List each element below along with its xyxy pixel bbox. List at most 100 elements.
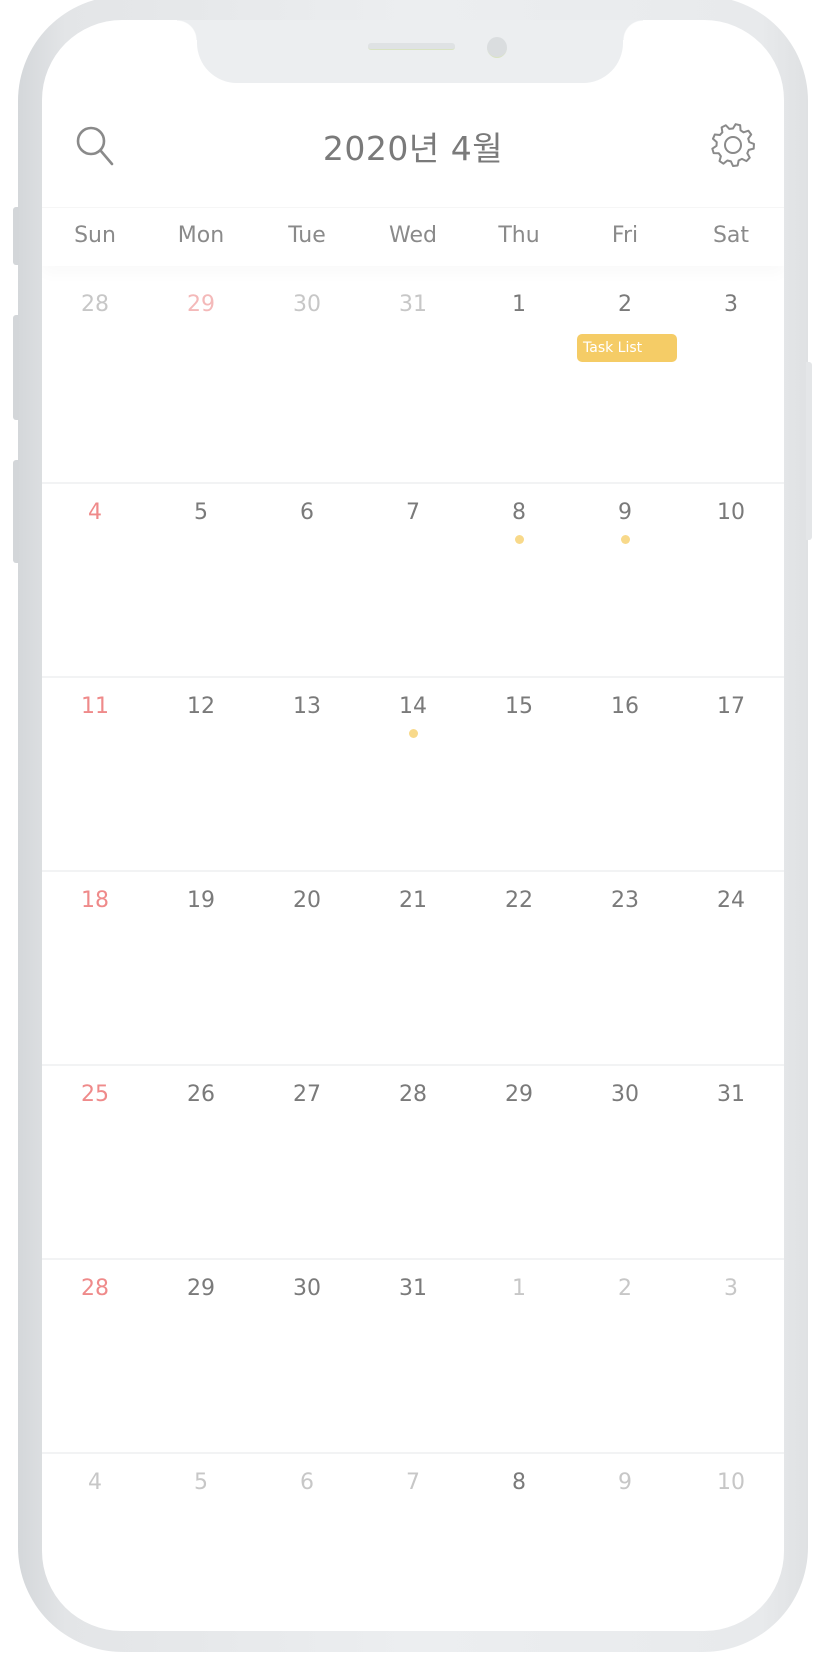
day-number: 4 xyxy=(88,500,102,525)
calendar-week-row: 25 26 27 28 29 30 31 xyxy=(42,1064,784,1260)
day-number: 3 xyxy=(724,292,738,317)
day-number: 30 xyxy=(293,1276,321,1301)
day-number: 30 xyxy=(293,292,321,317)
calendar-day-cell[interactable]: 28 xyxy=(360,1066,466,1260)
calendar-day-cell[interactable]: 13 xyxy=(254,678,360,872)
day-number: 8 xyxy=(512,500,526,525)
calendar-week-row: 18 19 20 21 22 23 24 xyxy=(42,870,784,1066)
calendar-day-cell[interactable]: 21 xyxy=(360,872,466,1066)
calendar-day-cell[interactable]: 23 xyxy=(572,872,678,1066)
day-number: 27 xyxy=(293,1082,321,1107)
calendar-day-cell[interactable]: 3 xyxy=(678,270,784,464)
calendar-day-cell[interactable]: 1 xyxy=(466,1260,572,1454)
calendar-day-cell[interactable]: 28 xyxy=(42,270,148,464)
event-dot xyxy=(515,535,524,544)
weekday-label: Mon xyxy=(177,223,225,248)
day-number: 29 xyxy=(187,292,215,317)
notch xyxy=(177,20,643,83)
calendar-day-cell[interactable]: 14 xyxy=(360,678,466,872)
day-number: 31 xyxy=(717,1082,745,1107)
volume-up-button xyxy=(13,315,19,420)
day-number: 9 xyxy=(618,500,632,525)
calendar-day-cell[interactable]: 15 xyxy=(466,678,572,872)
calendar-day-cell[interactable]: 1 xyxy=(466,270,572,464)
calendar-day-cell[interactable]: 8 xyxy=(466,484,572,678)
day-number: 28 xyxy=(399,1082,427,1107)
day-number: 23 xyxy=(611,888,639,913)
calendar-day-cell[interactable]: 30 xyxy=(254,270,360,464)
weekday-label: Thu xyxy=(498,223,540,248)
calendar-day-cell[interactable]: 2 Task List xyxy=(572,270,678,464)
event-dot xyxy=(621,535,630,544)
calendar-week-row: 28 29 30 31 1 2 Task List 3 xyxy=(42,270,784,464)
calendar-day-cell[interactable]: 3 xyxy=(678,1260,784,1454)
calendar-day-cell[interactable]: 4 xyxy=(42,1454,148,1631)
day-number: 10 xyxy=(717,500,745,525)
settings-button[interactable] xyxy=(706,118,760,172)
day-number: 24 xyxy=(717,888,745,913)
day-number: 9 xyxy=(618,1470,632,1495)
calendar-day-cell[interactable]: 9 xyxy=(572,1454,678,1631)
calendar-day-cell[interactable]: 17 xyxy=(678,678,784,872)
calendar-day-cell[interactable]: 28 xyxy=(42,1260,148,1454)
calendar-day-cell[interactable]: 26 xyxy=(148,1066,254,1260)
calendar-day-cell[interactable]: 18 xyxy=(42,872,148,1066)
calendar-day-cell[interactable]: 4 xyxy=(42,484,148,678)
day-number: 7 xyxy=(406,500,420,525)
day-number: 7 xyxy=(406,1470,420,1495)
calendar-day-cell[interactable]: 27 xyxy=(254,1066,360,1260)
day-number: 15 xyxy=(505,694,533,719)
day-number: 29 xyxy=(187,1276,215,1301)
weekday-header: Sun Mon Tue Wed Thu Fri Sat xyxy=(42,207,784,266)
calendar-day-cell[interactable]: 11 xyxy=(42,678,148,872)
day-number: 26 xyxy=(187,1082,215,1107)
calendar-day-cell[interactable]: 9 xyxy=(572,484,678,678)
calendar-day-cell[interactable]: 22 xyxy=(466,872,572,1066)
day-number: 13 xyxy=(293,694,321,719)
day-number: 2 xyxy=(618,1276,632,1301)
day-number: 12 xyxy=(187,694,215,719)
calendar-day-cell[interactable]: 5 xyxy=(148,1454,254,1631)
calendar-day-cell[interactable]: 19 xyxy=(148,872,254,1066)
calendar-day-cell[interactable]: 12 xyxy=(148,678,254,872)
calendar-week-row: 4 5 6 7 8 9 10 xyxy=(42,1452,784,1631)
calendar-day-cell[interactable]: 10 xyxy=(678,1454,784,1631)
calendar-day-cell[interactable]: 6 xyxy=(254,484,360,678)
calendar-day-cell[interactable]: 7 xyxy=(360,484,466,678)
calendar-day-cell[interactable]: 29 xyxy=(466,1066,572,1260)
day-number: 16 xyxy=(611,694,639,719)
day-number: 28 xyxy=(81,292,109,317)
event-dot xyxy=(409,729,418,738)
day-number: 11 xyxy=(81,694,109,719)
calendar-week-row: 28 29 30 31 1 2 3 xyxy=(42,1258,784,1454)
calendar-day-cell[interactable]: 16 xyxy=(572,678,678,872)
calendar-day-cell[interactable]: 29 xyxy=(148,270,254,464)
calendar-day-cell[interactable]: 29 xyxy=(148,1260,254,1454)
day-number: 18 xyxy=(81,888,109,913)
calendar-header: 2020년 4월 xyxy=(42,110,784,180)
weekday-label: Sun xyxy=(74,223,116,248)
calendar-day-cell[interactable]: 25 xyxy=(42,1066,148,1260)
calendar-day-cell[interactable]: 2 xyxy=(572,1260,678,1454)
calendar-day-cell[interactable]: 30 xyxy=(254,1260,360,1454)
calendar-day-cell[interactable]: 5 xyxy=(148,484,254,678)
task-chip[interactable]: Task List xyxy=(577,334,677,362)
weekday-label: Sat xyxy=(712,223,750,248)
calendar-day-cell[interactable]: 31 xyxy=(360,1260,466,1454)
calendar-day-cell[interactable]: 31 xyxy=(678,1066,784,1260)
calendar-week-row: 11 12 13 14 15 16 17 xyxy=(42,676,784,872)
weekday-label: Tue xyxy=(288,223,326,248)
weekday-label: Wed xyxy=(389,223,437,248)
calendar-day-cell[interactable]: 7 xyxy=(360,1454,466,1631)
calendar-week-row: 4 5 6 7 8 9 10 xyxy=(42,482,784,678)
calendar-day-cell[interactable]: 6 xyxy=(254,1454,360,1631)
calendar-day-cell[interactable]: 30 xyxy=(572,1066,678,1260)
calendar-day-cell[interactable]: 24 xyxy=(678,872,784,1066)
calendar-day-cell[interactable]: 31 xyxy=(360,270,466,464)
day-number: 4 xyxy=(88,1470,102,1495)
day-number: 5 xyxy=(194,1470,208,1495)
speaker-grille xyxy=(368,43,455,50)
calendar-day-cell[interactable]: 20 xyxy=(254,872,360,1066)
calendar-day-cell[interactable]: 8 xyxy=(466,1454,572,1631)
calendar-day-cell[interactable]: 10 xyxy=(678,484,784,678)
